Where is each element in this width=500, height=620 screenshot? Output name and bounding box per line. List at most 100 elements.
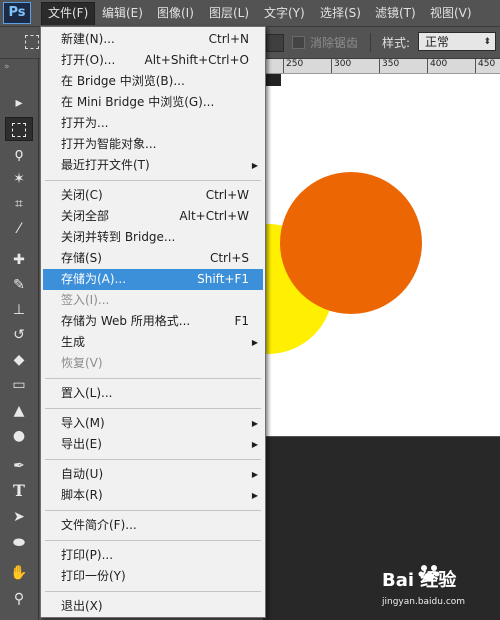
healing-brush-tool-icon[interactable]: ✚ bbox=[5, 248, 33, 272]
menu-item[interactable]: 新建(N)... Ctrl+N bbox=[43, 29, 263, 50]
menu-layer[interactable]: 图层(L) bbox=[203, 2, 255, 24]
clone-stamp-tool-icon[interactable]: ⊥ bbox=[5, 298, 33, 322]
type-tool-icon[interactable]: T bbox=[5, 479, 33, 503]
menu-item[interactable]: 最近打开文件(T) ▶ bbox=[43, 155, 263, 176]
options-divider bbox=[370, 33, 371, 52]
menu-item-shortcut: Shift+F1 bbox=[197, 272, 249, 286]
menu-item[interactable]: 存储为(A)... Shift+F1 bbox=[43, 269, 263, 290]
menu-separator bbox=[45, 180, 261, 181]
menu-item-label: 打开为智能对象... bbox=[61, 137, 157, 151]
menu-item-label: 恢复(V) bbox=[61, 356, 103, 370]
menu-item[interactable]: 存储为 Web 所用格式... F1 bbox=[43, 311, 263, 332]
menu-item[interactable]: 打印(P)... bbox=[43, 545, 263, 566]
menu-item[interactable]: 导入(M) ▶ bbox=[43, 413, 263, 434]
menu-select[interactable]: 选择(S) bbox=[314, 2, 367, 24]
menu-item[interactable]: 在 Bridge 中浏览(B)... bbox=[43, 71, 263, 92]
history-brush-tool-icon[interactable]: ↺ bbox=[5, 323, 33, 347]
menu-item[interactable]: 自动(U) ▶ bbox=[43, 464, 263, 485]
menu-separator bbox=[45, 510, 261, 511]
menu-view[interactable]: 视图(V) bbox=[424, 2, 478, 24]
menu-item[interactable]: 关闭(C) Ctrl+W bbox=[43, 185, 263, 206]
lasso-tool-icon[interactable]: ϙ bbox=[5, 142, 33, 166]
ruler-tick: 400 bbox=[430, 59, 448, 69]
menu-item-shortcut: Ctrl+N bbox=[208, 32, 249, 46]
menu-bar: Ps 文件(F) 编辑(E) 图像(I) 图层(L) 文字(Y) 选择(S) 滤… bbox=[0, 0, 500, 27]
pen-tool-icon[interactable]: ✒ bbox=[5, 454, 33, 478]
chevron-updown-icon: ⬍ bbox=[483, 37, 491, 47]
marquee-tool-icon[interactable] bbox=[5, 117, 33, 141]
orange-circle-shape bbox=[280, 172, 422, 314]
magic-wand-tool-icon[interactable]: ✶ bbox=[5, 167, 33, 191]
menu-type[interactable]: 文字(Y) bbox=[258, 2, 311, 24]
ruler-tick: 450 bbox=[478, 59, 496, 69]
menu-item[interactable]: 脚本(R) ▶ bbox=[43, 485, 263, 506]
feather-button[interactable] bbox=[266, 34, 284, 52]
menu-item[interactable]: 文件简介(F)... bbox=[43, 515, 263, 536]
blur-tool-icon[interactable]: ▲ bbox=[5, 399, 33, 423]
ruler-line bbox=[331, 59, 332, 73]
menu-item-label: 文件简介(F)... bbox=[61, 518, 137, 532]
antialias-checkbox[interactable] bbox=[292, 36, 305, 49]
menu-item[interactable]: 存储(S) Ctrl+S bbox=[43, 248, 263, 269]
hand-tool-icon[interactable]: ✋ bbox=[5, 561, 33, 585]
ruler-line bbox=[427, 59, 428, 73]
menu-item[interactable]: 关闭并转到 Bridge... bbox=[43, 227, 263, 248]
menu-item-label: 退出(X) bbox=[61, 599, 103, 613]
ruler-line bbox=[475, 59, 476, 73]
toolbox: » ▸ ϙ ✶ ⌗ ⁄ ✚ ✎ ⊥ ↺ ◆ ▭ ▲ ● ✒ T ➤ ⬬ ✋ ⚲ bbox=[0, 59, 39, 620]
menu-item-label: 存储为(A)... bbox=[61, 272, 127, 286]
menu-item[interactable]: 打开为... bbox=[43, 113, 263, 134]
paw-icon bbox=[418, 565, 440, 582]
menu-item-label: 脚本(R) bbox=[61, 488, 103, 502]
menu-image[interactable]: 图像(I) bbox=[151, 2, 200, 24]
menu-edit[interactable]: 编辑(E) bbox=[96, 2, 149, 24]
marquee-square-icon bbox=[12, 123, 26, 137]
menu-item-label: 关闭(C) bbox=[61, 188, 103, 202]
style-select-value: 正常 bbox=[425, 35, 450, 49]
menu-item[interactable]: 置入(L)... bbox=[43, 383, 263, 404]
menu-item[interactable]: 打开为智能对象... bbox=[43, 134, 263, 155]
menu-item-label: 生成 bbox=[61, 335, 86, 349]
menu-item[interactable]: 生成 ▶ bbox=[43, 332, 263, 353]
submenu-arrow-icon: ▶ bbox=[251, 470, 258, 479]
menu-item[interactable]: 退出(X) bbox=[43, 596, 263, 617]
toolbox-collapse-grip[interactable]: » bbox=[4, 62, 12, 72]
menu-item[interactable]: 关闭全部 Alt+Ctrl+W bbox=[43, 206, 263, 227]
style-select[interactable]: 正常 ⬍ bbox=[418, 32, 496, 51]
eyedropper-tool-icon[interactable]: ⁄ bbox=[5, 217, 33, 241]
menu-separator bbox=[45, 540, 261, 541]
file-menu-dropdown: 新建(N)... Ctrl+N 打开(O)... Alt+Shift+Ctrl+O 在 … bbox=[40, 26, 266, 618]
menu-item-label: 导入(M) bbox=[61, 416, 105, 430]
menu-item-label: 存储为 Web 所用格式... bbox=[61, 314, 191, 328]
marquee-preset-icon[interactable] bbox=[25, 35, 39, 49]
menu-item[interactable]: 在 Mini Bridge 中浏览(G)... bbox=[43, 92, 263, 113]
zoom-tool-icon[interactable]: ⚲ bbox=[5, 587, 33, 611]
document-canvas[interactable] bbox=[263, 74, 500, 436]
menu-item[interactable]: 打印一份(Y) bbox=[43, 566, 263, 587]
menu-item[interactable]: 导出(E) ▶ bbox=[43, 434, 263, 455]
path-selection-tool-icon[interactable]: ➤ bbox=[5, 505, 33, 529]
menu-item[interactable]: 打开(O)... Alt+Shift+Ctrl+O bbox=[43, 50, 263, 71]
photoshop-logo: Ps bbox=[3, 2, 31, 24]
dodge-tool-icon[interactable]: ● bbox=[5, 424, 33, 448]
menu-file[interactable]: 文件(F) bbox=[41, 2, 96, 25]
menu-filter[interactable]: 滤镜(T) bbox=[369, 2, 422, 24]
gradient-tool-icon[interactable]: ▭ bbox=[5, 373, 33, 397]
ruler-tick: 300 bbox=[334, 59, 352, 69]
move-tool-icon[interactable]: ▸ bbox=[5, 91, 33, 115]
menu-separator bbox=[45, 378, 261, 379]
menu-item: 签入(I)... bbox=[43, 290, 263, 311]
submenu-arrow-icon: ▶ bbox=[251, 161, 258, 170]
menu-item-label: 自动(U) bbox=[61, 467, 104, 481]
menu-item-shortcut: Alt+Ctrl+W bbox=[179, 209, 249, 223]
watermark-url: jingyan.baidu.com bbox=[382, 597, 466, 607]
menu-item-label: 关闭全部 bbox=[61, 209, 110, 223]
menu-item-shortcut: Alt+Shift+Ctrl+O bbox=[144, 53, 249, 67]
eraser-tool-icon[interactable]: ◆ bbox=[5, 348, 33, 372]
crop-tool-icon[interactable]: ⌗ bbox=[5, 192, 33, 216]
brush-tool-icon[interactable]: ✎ bbox=[5, 273, 33, 297]
menu-separator bbox=[45, 408, 261, 409]
baidu-watermark: Bai 经验 jingyan.baidu.com bbox=[382, 565, 500, 620]
menu-item-shortcut: Ctrl+S bbox=[209, 251, 249, 265]
ellipse-tool-icon[interactable]: ⬬ bbox=[5, 531, 33, 555]
